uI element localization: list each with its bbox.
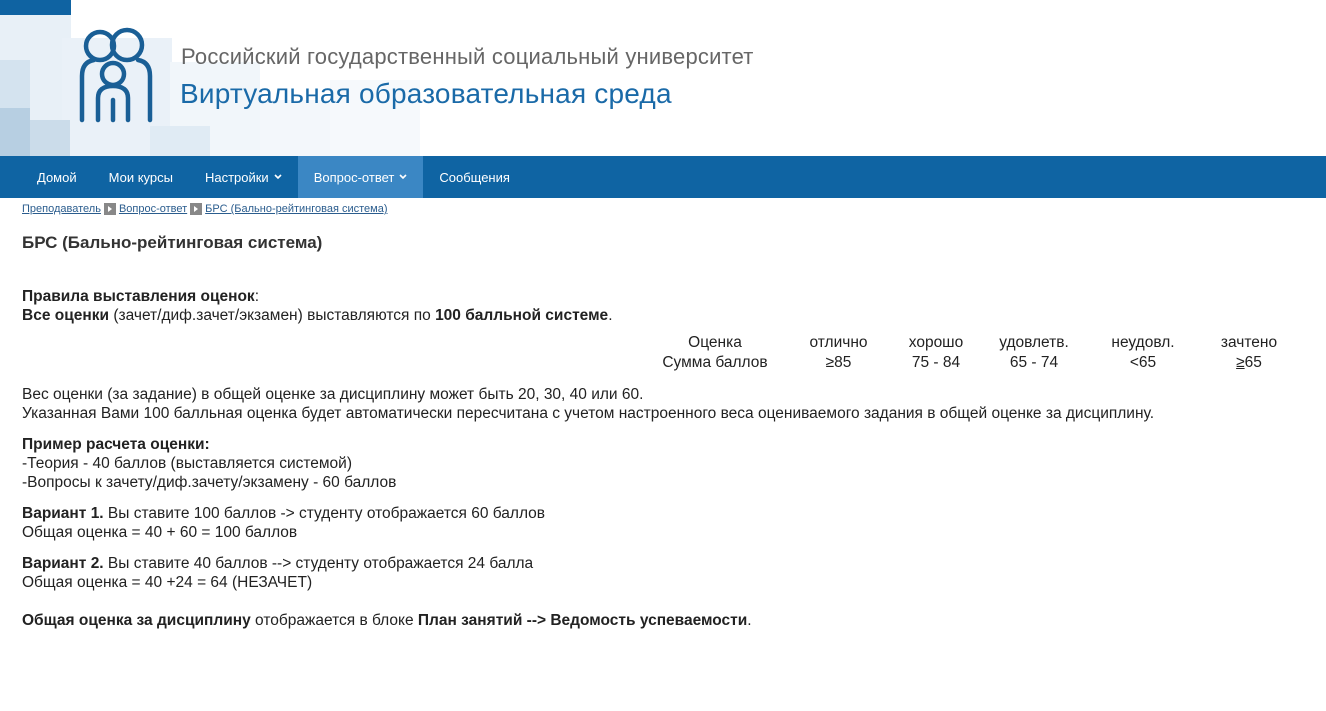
- variant2-label: Вариант 2.: [22, 555, 104, 572]
- weight-line1: Вес оценки (за задание) в общей оценке з…: [22, 386, 644, 403]
- nav-messages-label: Сообщения: [439, 169, 510, 185]
- university-name: Российский государственный социальный ун…: [181, 44, 754, 69]
- variant2-block: Вариант 2. Вы ставите 40 баллов --> студ…: [22, 554, 1302, 592]
- weight-line2: Указанная Вами 100 балльная оценка будет…: [22, 405, 1155, 422]
- rules-heading: Правила выставления оценок: [22, 288, 255, 305]
- variant1-total: Общая оценка = 40 + 60 = 100 баллов: [22, 524, 298, 541]
- example-heading: Пример расчета оценки:: [22, 436, 210, 453]
- all-grades-label: Все оценки: [22, 307, 110, 324]
- breadcrumb-arrow-icon: [103, 203, 116, 215]
- rules-line: Все оценки (зачет/диф.зачет/экзамен) выс…: [22, 306, 1302, 325]
- variant2-text: Вы ставите 40 баллов --> студенту отобра…: [103, 555, 534, 572]
- chevron-down-icon: [399, 173, 407, 181]
- example-line2: -Вопросы к зачету/диф.зачету/экзамену - …: [22, 474, 397, 491]
- example-line1: -Теория - 40 баллов (выставляется систем…: [22, 455, 352, 472]
- system-label: 100 балльной системе: [435, 307, 609, 324]
- variant2-total: Общая оценка = 40 +24 = 64 (НЕЗАЧЕТ): [22, 574, 313, 591]
- nav-home[interactable]: Домой: [21, 156, 93, 198]
- breadcrumb: Преподаватель Вопрос-ответ БРС (Бально-р…: [22, 203, 388, 215]
- nav-my-courses-label: Мои курсы: [108, 169, 173, 185]
- breadcrumb-qa[interactable]: Вопрос-ответ: [119, 203, 187, 215]
- page-content: Правила выставления оценок: Все оценки (…: [22, 287, 1302, 630]
- breadcrumb-arrow-icon: [190, 203, 203, 215]
- page-title: БРС (Бально-рейтинговая система): [22, 233, 323, 252]
- summary-bold2: План занятий --> Ведомость успеваемости: [417, 612, 748, 629]
- environment-name[interactable]: Виртуальная образовательная среда: [180, 78, 672, 110]
- nav-settings-label: Настройки: [204, 169, 269, 185]
- nav-qa[interactable]: Вопрос-ответ: [297, 156, 424, 198]
- variant1-label: Вариант 1.: [22, 505, 104, 522]
- nav-home-label: Домой: [37, 169, 77, 185]
- variant1-text: Вы ставите 100 баллов -> студенту отобра…: [103, 505, 546, 522]
- weight-block: Вес оценки (за задание) в общей оценке з…: [22, 385, 1302, 423]
- rules-period: .: [608, 307, 613, 324]
- summary-mid: отображается в блоке: [250, 612, 418, 629]
- example-block: Пример расчета оценки: -Теория - 40 балл…: [22, 435, 1302, 492]
- all-grades-text: (зачет/диф.зачет/экзамен) выставляются п…: [109, 307, 436, 324]
- main-nav: Домой Мои курсы Настройки Вопрос-ответ С…: [0, 156, 1326, 198]
- table-spacer: [22, 325, 1302, 385]
- nav-qa-label: Вопрос-ответ: [313, 169, 395, 185]
- rules-heading-line: Правила выставления оценок:: [22, 287, 1302, 306]
- chevron-down-icon: [274, 173, 282, 181]
- nav-settings[interactable]: Настройки: [189, 156, 298, 198]
- nav-messages[interactable]: Сообщения: [423, 156, 526, 198]
- university-logo: [79, 27, 153, 123]
- summary-line: Общая оценка за дисциплину отображается …: [22, 611, 1302, 630]
- breadcrumb-brs[interactable]: БРС (Бально-рейтинговая система): [205, 203, 387, 215]
- variant1-block: Вариант 1. Вы ставите 100 баллов -> студ…: [22, 504, 1302, 542]
- rules-colon: :: [254, 288, 260, 305]
- nav-my-courses[interactable]: Мои курсы: [93, 156, 189, 198]
- breadcrumb-teacher[interactable]: Преподаватель: [22, 203, 101, 215]
- site-header: Российский государственный социальный ун…: [0, 0, 1326, 156]
- corner-accent: [0, 0, 71, 15]
- summary-bold1: Общая оценка за дисциплину: [22, 612, 251, 629]
- summary-end: .: [747, 612, 752, 629]
